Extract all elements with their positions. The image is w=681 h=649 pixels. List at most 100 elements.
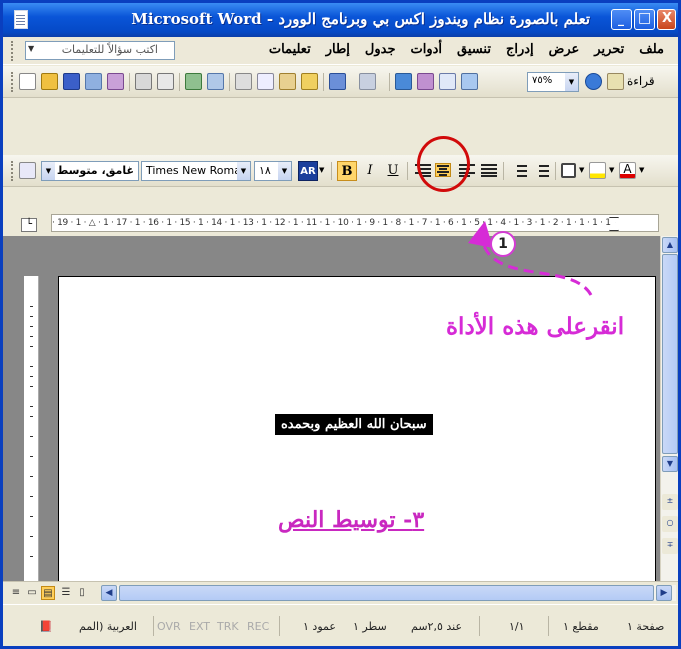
- close-button[interactable]: X: [657, 9, 676, 30]
- scroll-thumb[interactable]: [662, 254, 678, 454]
- menu-tools[interactable]: أدوات: [411, 42, 443, 60]
- chevron-down-icon[interactable]: ▼: [609, 166, 614, 174]
- menu-help[interactable]: تعليمات: [269, 42, 311, 60]
- italic-button[interactable]: I: [360, 161, 380, 181]
- next-page-icon[interactable]: ∓: [662, 538, 678, 554]
- reading-layout-icon[interactable]: ▯: [75, 586, 89, 600]
- format-painter-icon[interactable]: [301, 73, 318, 90]
- column-status: عمود ١: [303, 620, 336, 633]
- rec-indicator[interactable]: REC: [247, 620, 269, 633]
- read-icon[interactable]: [607, 73, 624, 90]
- text-direction-button[interactable]: AR: [298, 161, 318, 181]
- ovr-indicator[interactable]: OVR: [157, 620, 181, 633]
- font-size-select[interactable]: ١٨ ▼: [254, 161, 292, 181]
- toolbar-grip[interactable]: [11, 41, 14, 61]
- chevron-down-icon[interactable]: ▼: [639, 166, 644, 174]
- read-button[interactable]: قراءة: [627, 74, 655, 88]
- print-preview-icon[interactable]: [157, 73, 174, 90]
- scroll-right-icon[interactable]: ▶: [656, 585, 672, 601]
- outline-view-icon[interactable]: ☰: [59, 586, 73, 600]
- title-bar[interactable]: Microsoft Word - تعلم بالصورة نظام ويندو…: [3, 3, 678, 37]
- tables-borders-icon[interactable]: [417, 73, 434, 90]
- help-icon[interactable]: [585, 73, 602, 90]
- chevron-down-icon[interactable]: ▼: [237, 162, 250, 180]
- scroll-left-icon[interactable]: ◀: [101, 585, 117, 601]
- font-size-value: ١٨: [259, 164, 271, 177]
- vertical-scrollbar[interactable]: ▲ ▼ ± ○ ∓: [660, 236, 678, 581]
- horizontal-scrollbar[interactable]: ◀ ▶: [101, 585, 676, 601]
- tab-selector-icon[interactable]: └: [21, 218, 37, 232]
- annotation-text: انقرعلى هذه الأداة: [446, 313, 625, 340]
- bullets-icon[interactable]: [533, 163, 549, 177]
- scroll-thumb[interactable]: [119, 585, 654, 601]
- menu-format[interactable]: تنسيق: [457, 42, 491, 60]
- borders-icon[interactable]: [561, 163, 576, 178]
- insert-table-icon[interactable]: [439, 73, 456, 90]
- zoom-value: ٧٥%: [532, 75, 553, 86]
- permission-icon[interactable]: [85, 73, 102, 90]
- menu-items: ملف تحرير عرض إدراج تنسيق أدوات جدول إطا…: [269, 42, 664, 60]
- font-select[interactable]: Times New Roman ▼: [141, 161, 251, 181]
- open-folder-icon[interactable]: [41, 73, 58, 90]
- menu-file[interactable]: ملف: [639, 42, 664, 60]
- print-layout-icon[interactable]: ▤: [41, 586, 55, 600]
- numbering-icon[interactable]: [511, 163, 527, 177]
- chevron-down-icon[interactable]: ▼: [319, 166, 324, 174]
- menu-view[interactable]: عرض: [549, 42, 580, 60]
- language-status[interactable]: العربية (المم: [79, 620, 137, 633]
- spelling-status-icon[interactable]: 📕: [39, 620, 53, 633]
- styles-formatting-icon[interactable]: [19, 162, 36, 179]
- chevron-down-icon[interactable]: ▼: [579, 166, 584, 174]
- zoom-select[interactable]: ٧٥% ▼: [527, 72, 579, 92]
- justify-button[interactable]: [481, 163, 497, 177]
- font-color-icon[interactable]: A: [619, 162, 636, 179]
- ask-question-placeholder: اكتب سؤالاً للتعليمات: [61, 43, 158, 56]
- menu-edit[interactable]: تحرير: [594, 42, 624, 60]
- document-map-icon[interactable]: [461, 73, 478, 90]
- style-select[interactable]: غامق، متوسط ، ▼: [41, 161, 139, 181]
- paste-icon[interactable]: [279, 73, 296, 90]
- ask-question-box[interactable]: اكتب سؤالاً للتعليمات ▼: [25, 41, 175, 60]
- redo-icon[interactable]: [359, 73, 376, 90]
- spelling-icon[interactable]: [185, 73, 202, 90]
- word-document-icon[interactable]: [11, 10, 31, 30]
- annotation-arrow: [468, 221, 593, 296]
- menu-table[interactable]: جدول: [365, 42, 396, 60]
- chevron-down-icon[interactable]: ▼: [565, 73, 578, 91]
- minimize-button[interactable]: _: [611, 9, 632, 30]
- line-status: سطر ١: [353, 620, 387, 633]
- chevron-down-icon[interactable]: ▼: [278, 162, 291, 180]
- web-layout-icon[interactable]: ▭: [25, 586, 39, 600]
- undo-icon[interactable]: [329, 73, 346, 90]
- menu-window[interactable]: إطار: [326, 42, 350, 60]
- window-title: Microsoft Word - تعلم بالصورة نظام ويندو…: [131, 10, 590, 28]
- selected-text[interactable]: سبحان الله العظيم وبحمده: [275, 414, 433, 435]
- toolbar-grip[interactable]: [11, 72, 14, 92]
- menu-insert[interactable]: إدراج: [506, 42, 534, 60]
- highlight-icon[interactable]: [589, 162, 606, 179]
- menu-bar: اكتب سؤالاً للتعليمات ▼ ملف تحرير عرض إد…: [3, 37, 678, 65]
- email-icon[interactable]: [107, 73, 124, 90]
- underline-button[interactable]: U: [383, 161, 403, 181]
- toolbar-grip[interactable]: [11, 161, 14, 181]
- print-icon[interactable]: [135, 73, 152, 90]
- research-icon[interactable]: [207, 73, 224, 90]
- copy-icon[interactable]: [257, 73, 274, 90]
- cut-icon[interactable]: [235, 73, 252, 90]
- bold-button[interactable]: B: [337, 161, 357, 181]
- previous-page-icon[interactable]: ±: [662, 494, 678, 510]
- position-status: عند ٢,٥سم: [411, 620, 463, 633]
- select-browse-object-icon[interactable]: ○: [662, 516, 678, 532]
- chevron-down-icon[interactable]: ▼: [28, 44, 34, 53]
- ext-indicator[interactable]: EXT: [189, 620, 210, 633]
- scroll-up-icon[interactable]: ▲: [662, 237, 678, 253]
- trk-indicator[interactable]: TRK: [217, 620, 239, 633]
- maximize-button[interactable]: □: [634, 9, 655, 30]
- scroll-down-icon[interactable]: ▼: [662, 456, 678, 472]
- hyperlink-icon[interactable]: [395, 73, 412, 90]
- save-icon[interactable]: [63, 73, 80, 90]
- normal-view-icon[interactable]: ≡: [9, 586, 23, 600]
- chevron-down-icon[interactable]: ▼: [42, 162, 55, 180]
- vertical-ruler[interactable]: [24, 276, 39, 581]
- new-document-icon[interactable]: [19, 73, 36, 90]
